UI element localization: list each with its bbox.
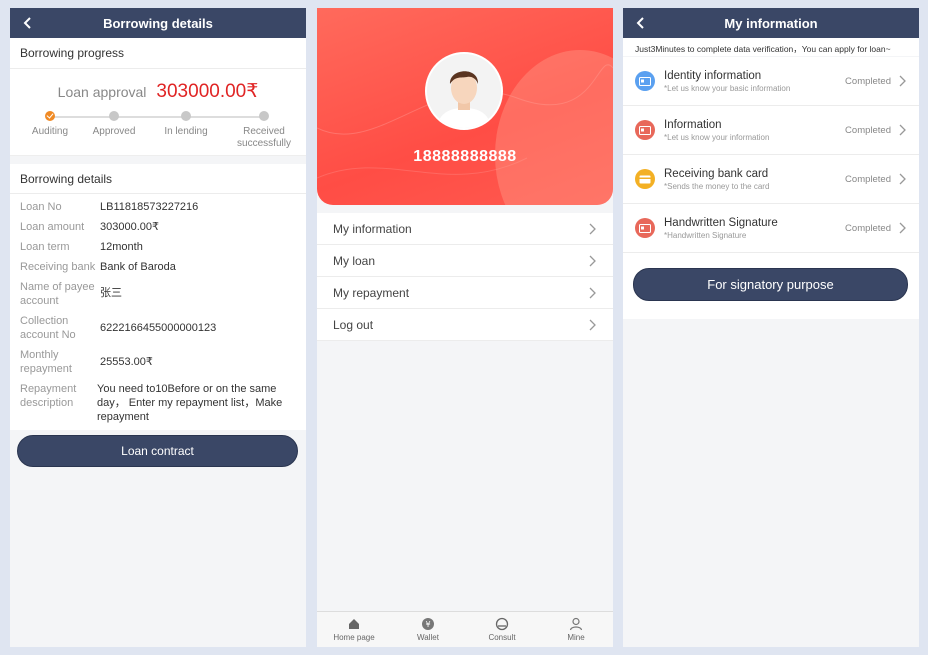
step-received: Received successfully: [224, 109, 304, 150]
tab-home[interactable]: Home page: [317, 612, 391, 647]
info-item-bank-card[interactable]: Receiving bank card *Sends the money to t…: [623, 155, 919, 204]
step-in-lending: In lending: [146, 109, 226, 138]
nav-title: Borrowing details: [103, 15, 213, 31]
verification-notice: Just3Minutes to complete data verificati…: [623, 38, 919, 56]
menu-my-repayment[interactable]: My repayment: [317, 277, 613, 309]
details-title: Borrowing details: [10, 164, 306, 194]
loan-contract-button[interactable]: Loan contract: [17, 435, 298, 467]
step-dot-icon: [259, 111, 269, 121]
back-arrow-icon[interactable]: [633, 15, 649, 31]
wallet-icon: ¥: [422, 618, 434, 630]
consult-icon: [495, 617, 509, 631]
info-card-icon: [635, 120, 655, 140]
nav-title: My information: [724, 15, 818, 31]
chevron-right-icon: [899, 222, 906, 234]
step-check-icon: [45, 111, 55, 121]
detail-row: Receiving bank Bank of Baroda: [20, 261, 176, 273]
status-text: Completed: [845, 173, 891, 185]
chevron-right-icon: [589, 223, 596, 234]
step-dot-icon: [109, 111, 119, 121]
borrowing-details-card: Borrowing details Loan No LB1181857322721…: [10, 164, 306, 430]
approval-label: Loan approval: [57, 84, 147, 100]
progress-steps: Auditing Approved In lending Received su…: [10, 109, 306, 159]
detail-row: Repayment description You need to10Before…: [20, 383, 283, 423]
signature-icon: [635, 218, 655, 238]
detail-row: Name of payee account 张三: [20, 281, 122, 307]
menu-my-information[interactable]: My information: [317, 213, 613, 245]
detail-row: Loan term 12month: [20, 241, 143, 253]
id-card-icon: [635, 71, 655, 91]
profile-menu: My information My loan My repayment Log …: [317, 213, 613, 341]
status-text: Completed: [845, 75, 891, 87]
mine-screen: 18888888888 My information My loan My re…: [317, 8, 613, 647]
info-item-identity[interactable]: Identity information *Let us know your ba…: [623, 57, 919, 106]
user-icon: [569, 617, 583, 631]
info-item-signature[interactable]: Handwritten Signature *Handwritten Signat…: [623, 204, 919, 253]
progress-title: Borrowing progress: [10, 38, 306, 69]
detail-row: Loan amount 303000.00₹: [20, 221, 159, 233]
step-dot-icon: [181, 111, 191, 121]
tab-mine[interactable]: Mine: [539, 612, 613, 647]
chevron-right-icon: [589, 319, 596, 330]
avatar[interactable]: [425, 52, 503, 130]
approval-amount: 303000.00₹: [156, 81, 259, 102]
chevron-right-icon: [899, 124, 906, 136]
my-information-screen: My information Just3Minutes to complete …: [623, 8, 919, 647]
profile-header: 18888888888: [317, 8, 613, 205]
detail-row: Collection account No 6222166455000000123: [20, 315, 217, 341]
tab-consult[interactable]: Consult: [465, 612, 539, 647]
information-list: Identity information *Let us know your ba…: [623, 57, 919, 253]
info-item-information[interactable]: Information *Let us know your information…: [623, 106, 919, 155]
menu-my-loan[interactable]: My loan: [317, 245, 613, 277]
tab-bar: Home page ¥ Wallet Consult Mine: [317, 611, 613, 647]
svg-text:¥: ¥: [425, 620, 430, 629]
chevron-right-icon: [899, 173, 906, 185]
home-icon: [349, 619, 359, 629]
status-text: Completed: [845, 222, 891, 234]
nav-bar: My information: [623, 8, 919, 38]
borrowing-progress-card: Borrowing progress Loan approval 303000.…: [10, 38, 306, 156]
nav-bar: Borrowing details: [10, 8, 306, 38]
step-approved: Approved: [74, 109, 154, 138]
detail-row: Loan No LB11818573227216: [20, 201, 199, 213]
tab-wallet[interactable]: ¥ Wallet: [391, 612, 465, 647]
chevron-right-icon: [589, 255, 596, 266]
avatar-person-icon: [427, 54, 501, 128]
borrowing-details-screen: Borrowing details Borrowing progress Loa…: [10, 8, 306, 647]
back-arrow-icon[interactable]: [20, 15, 36, 31]
loan-approval: Loan approval 303000.00₹: [10, 80, 306, 103]
signatory-button[interactable]: For signatory purpose: [633, 268, 908, 301]
chevron-right-icon: [899, 75, 906, 87]
detail-row: Monthly repayment 25553.00₹: [20, 349, 153, 375]
chevron-right-icon: [589, 287, 596, 298]
menu-log-out[interactable]: Log out: [317, 309, 613, 341]
status-text: Completed: [845, 124, 891, 136]
bank-card-icon: [635, 169, 655, 189]
phone-number: 18888888888: [413, 148, 517, 165]
